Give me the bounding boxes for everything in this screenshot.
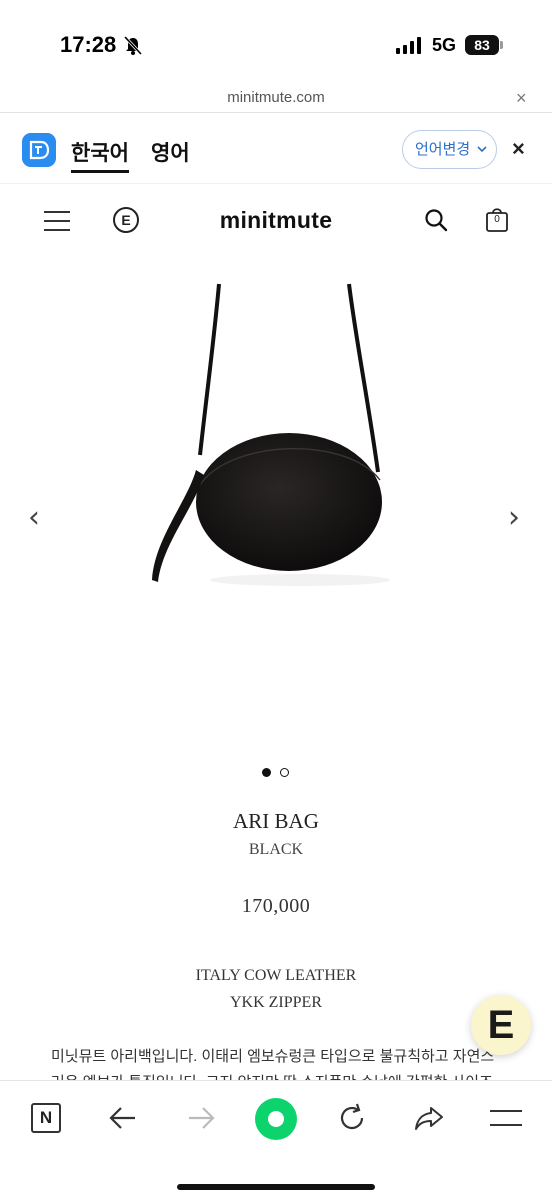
share-icon[interactable] — [413, 1102, 445, 1134]
product-spec-material: ITALY COW LEATHER — [195, 967, 357, 984]
tab-english[interactable]: 영어 — [151, 137, 190, 167]
gallery-prev-button[interactable]: ‹ — [28, 500, 40, 535]
product-image[interactable] — [140, 280, 412, 610]
site-header: E minitmute 0 — [0, 185, 552, 260]
product-price: 170,000 — [241, 895, 311, 917]
status-time: 17:28 — [60, 32, 117, 57]
forward-icon[interactable] — [186, 1103, 216, 1133]
bell-off-icon — [123, 35, 143, 56]
network-label: 5G — [432, 35, 457, 55]
floating-e-icon: E — [487, 1003, 515, 1047]
gallery-next-button[interactable]: › — [508, 500, 520, 535]
menu-icon[interactable] — [490, 1109, 522, 1129]
tab-korean[interactable]: 한국어 — [71, 137, 129, 167]
translate-app-icon[interactable] — [22, 133, 56, 167]
change-language-button[interactable]: 언어변경 — [402, 130, 497, 169]
url-domain[interactable]: minitmute.com — [0, 89, 552, 106]
product-name: ARI BAG — [233, 809, 319, 833]
active-tab-indicator — [71, 170, 129, 173]
cart-count: 0 — [494, 214, 500, 225]
product-color: BLACK — [248, 841, 304, 858]
floating-app-button[interactable]: E — [471, 995, 531, 1055]
home-icon[interactable] — [255, 1098, 297, 1140]
home-indicator[interactable] — [177, 1184, 375, 1190]
gallery-pagination — [262, 768, 292, 778]
translate-bar: 한국어 영어 언어변경 × — [0, 114, 552, 184]
chevron-down-icon — [477, 146, 487, 153]
status-bar: 17:28 5G 83 — [0, 0, 552, 86]
back-icon[interactable] — [108, 1103, 138, 1133]
gallery-dot-active[interactable] — [262, 768, 271, 777]
battery-icon: 83 — [465, 35, 503, 55]
url-close-button[interactable]: × — [516, 88, 527, 109]
site-logo[interactable]: minitmute — [0, 207, 552, 234]
gallery-dot[interactable] — [280, 768, 289, 777]
home-icon-center — [268, 1111, 284, 1127]
tabs-icon[interactable]: N — [31, 1103, 61, 1133]
battery-level: 83 — [465, 35, 499, 55]
cart-button[interactable]: 0 — [485, 206, 509, 233]
url-bar: minitmute.com × — [0, 86, 552, 113]
search-icon[interactable] — [424, 208, 448, 232]
signal-icon — [396, 37, 421, 54]
reload-icon[interactable] — [336, 1102, 368, 1134]
change-language-label: 언어변경 — [415, 141, 471, 158]
browser-toolbar: N — [0, 1080, 552, 1200]
product-description-line: 미닛뮤트 아리백입니다. 이태리 엠보슈렁큰 타입으로 불규칙하고 자연스 — [51, 1048, 495, 1065]
translate-close-button[interactable]: × — [512, 136, 525, 162]
product-spec-zipper: YKK ZIPPER — [229, 994, 322, 1011]
battery-nub — [500, 41, 503, 49]
